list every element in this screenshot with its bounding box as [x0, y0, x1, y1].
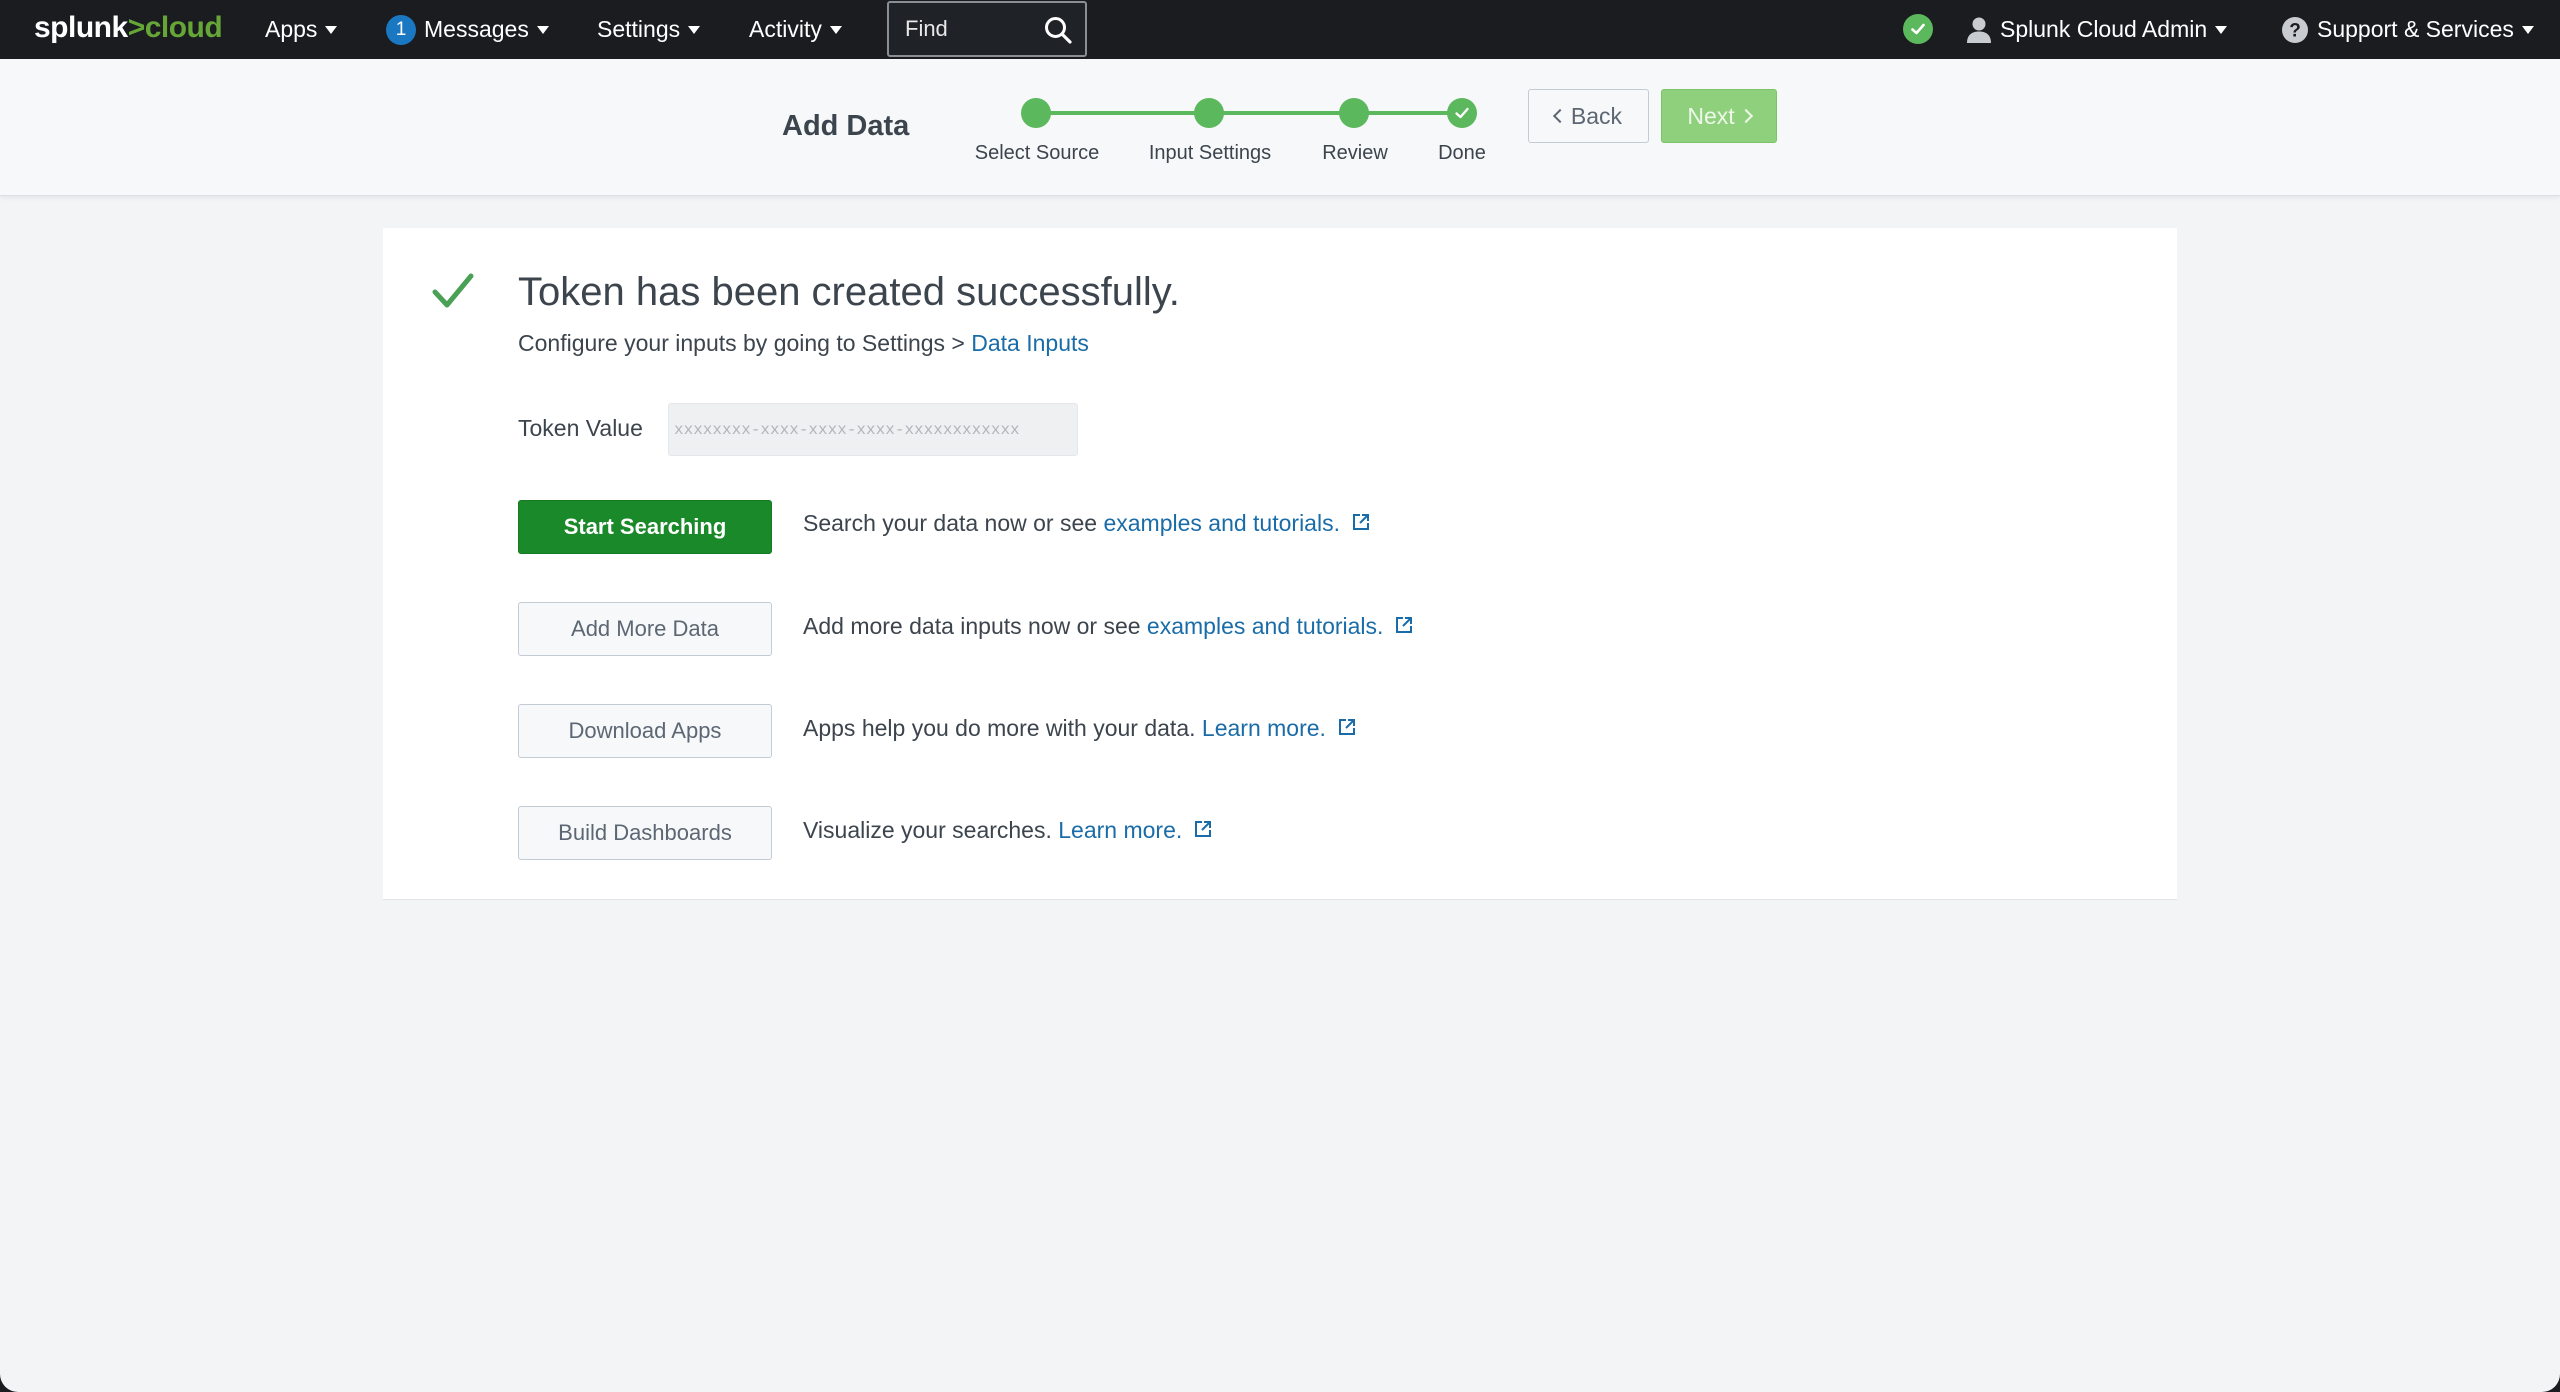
start-searching-button[interactable]: Start Searching	[518, 500, 772, 554]
nav-activity-menu[interactable]: Activity	[749, 0, 842, 59]
external-link-icon[interactable]	[1395, 613, 1413, 640]
add-more-data-label: Add More Data	[571, 616, 719, 641]
find-input[interactable]	[905, 16, 1035, 42]
learn-more-link[interactable]: Learn more.	[1202, 715, 1326, 742]
chevron-down-icon	[325, 25, 338, 34]
nav-support-menu[interactable]: ? Support & Services	[2281, 0, 2534, 59]
logo-prefix: splunk	[34, 11, 128, 44]
nav-user-menu[interactable]: Splunk Cloud Admin	[1966, 0, 2228, 59]
nav-settings-menu[interactable]: Settings	[597, 0, 701, 59]
logo-suffix: >cloud	[127, 11, 223, 44]
start-searching-description: Search your data now or see examples and…	[803, 510, 1370, 537]
nav-apps-menu[interactable]: Apps	[265, 0, 338, 59]
back-button-label: Back	[1570, 102, 1623, 129]
success-panel	[383, 228, 2177, 900]
back-button[interactable]: Back	[1528, 89, 1649, 143]
download-apps-label: Download Apps	[568, 718, 722, 743]
window-corner	[2540, 1372, 2560, 1392]
checkmark-icon	[432, 272, 474, 315]
action-text: Apps help you do more with your data.	[803, 715, 1202, 741]
top-navigation-bar: splunk>cloud Apps 1 Messages Settings Ac…	[0, 0, 2560, 59]
success-heading: Token has been created successfully.	[518, 270, 1180, 314]
search-icon[interactable]	[1043, 15, 1073, 50]
nav-activity-label: Activity	[749, 16, 822, 42]
chevron-left-icon	[1552, 108, 1567, 124]
find-search-box	[887, 1, 1087, 57]
token-value-label: Token Value	[518, 415, 643, 441]
step-dot-review	[1339, 98, 1369, 128]
add-more-data-description: Add more data inputs now or see examples…	[803, 613, 1413, 640]
messages-count-badge: 1	[386, 14, 416, 45]
step-dot-select-source	[1021, 98, 1051, 128]
chevron-down-icon	[536, 25, 549, 34]
checkmark-icon	[1455, 107, 1469, 119]
add-more-data-button[interactable]: Add More Data	[518, 602, 772, 656]
step-label-done: Done	[1438, 142, 1486, 164]
step-label-review: Review	[1322, 142, 1388, 164]
step-label-input-settings: Input Settings	[1148, 142, 1272, 164]
examples-tutorials-link[interactable]: examples and tutorials.	[1103, 510, 1340, 537]
add-data-header	[0, 59, 2560, 196]
external-link-icon[interactable]	[1194, 817, 1212, 844]
help-icon: ?	[2281, 16, 2309, 44]
token-value-field[interactable]: xxxxxxxx-xxxx-xxxx-xxxx-xxxxxxxxxxxx	[668, 403, 1078, 456]
chevron-down-icon	[829, 25, 842, 34]
subtitle-text: Configure your inputs by going to Settin…	[518, 330, 972, 356]
build-dashboards-description: Visualize your searches. Learn more.	[803, 817, 1212, 844]
external-link-icon[interactable]	[1352, 510, 1370, 537]
success-subtitle: Configure your inputs by going to Settin…	[518, 330, 1089, 357]
nav-messages-label: Messages	[424, 16, 529, 42]
nav-apps-label: Apps	[265, 16, 318, 42]
data-inputs-link[interactable]: Data Inputs	[971, 330, 1089, 356]
chevron-down-icon	[688, 25, 701, 34]
download-apps-button[interactable]: Download Apps	[518, 704, 772, 758]
chevron-down-icon	[2521, 25, 2534, 34]
window-corner	[0, 1372, 20, 1392]
svg-text:?: ?	[2289, 20, 2301, 41]
step-dot-done	[1447, 98, 1477, 128]
page-title: Add Data	[782, 110, 910, 142]
next-button-label: Next	[1687, 102, 1735, 129]
examples-tutorials-link[interactable]: examples and tutorials.	[1147, 613, 1384, 640]
learn-more-link[interactable]: Learn more.	[1058, 817, 1182, 844]
action-text: Visualize your searches.	[803, 817, 1059, 843]
step-dot-input-settings	[1194, 98, 1224, 128]
user-icon	[1966, 16, 1992, 44]
build-dashboards-label: Build Dashboards	[558, 820, 732, 845]
step-label-select-source: Select Source	[974, 142, 1100, 164]
next-button[interactable]: Next	[1661, 89, 1777, 143]
start-searching-label: Start Searching	[563, 514, 727, 539]
nav-support-label: Support & Services	[2317, 16, 2514, 42]
chevron-down-icon	[2215, 25, 2228, 34]
action-text: Search your data now or see	[803, 510, 1104, 536]
nav-settings-label: Settings	[597, 16, 681, 42]
status-ok-icon[interactable]	[1903, 14, 1933, 44]
external-link-icon[interactable]	[1338, 715, 1356, 742]
splunk-cloud-logo[interactable]: splunk>cloud	[34, 11, 223, 45]
nav-user-label: Splunk Cloud Admin	[2000, 16, 2208, 42]
build-dashboards-button[interactable]: Build Dashboards	[518, 806, 772, 860]
chevron-right-icon	[1738, 108, 1753, 124]
nav-messages-menu[interactable]: 1 Messages	[386, 0, 549, 59]
download-apps-description: Apps help you do more with your data. Le…	[803, 715, 1356, 742]
action-text: Add more data inputs now or see	[803, 613, 1147, 639]
wizard-progress-line	[1036, 111, 1462, 115]
